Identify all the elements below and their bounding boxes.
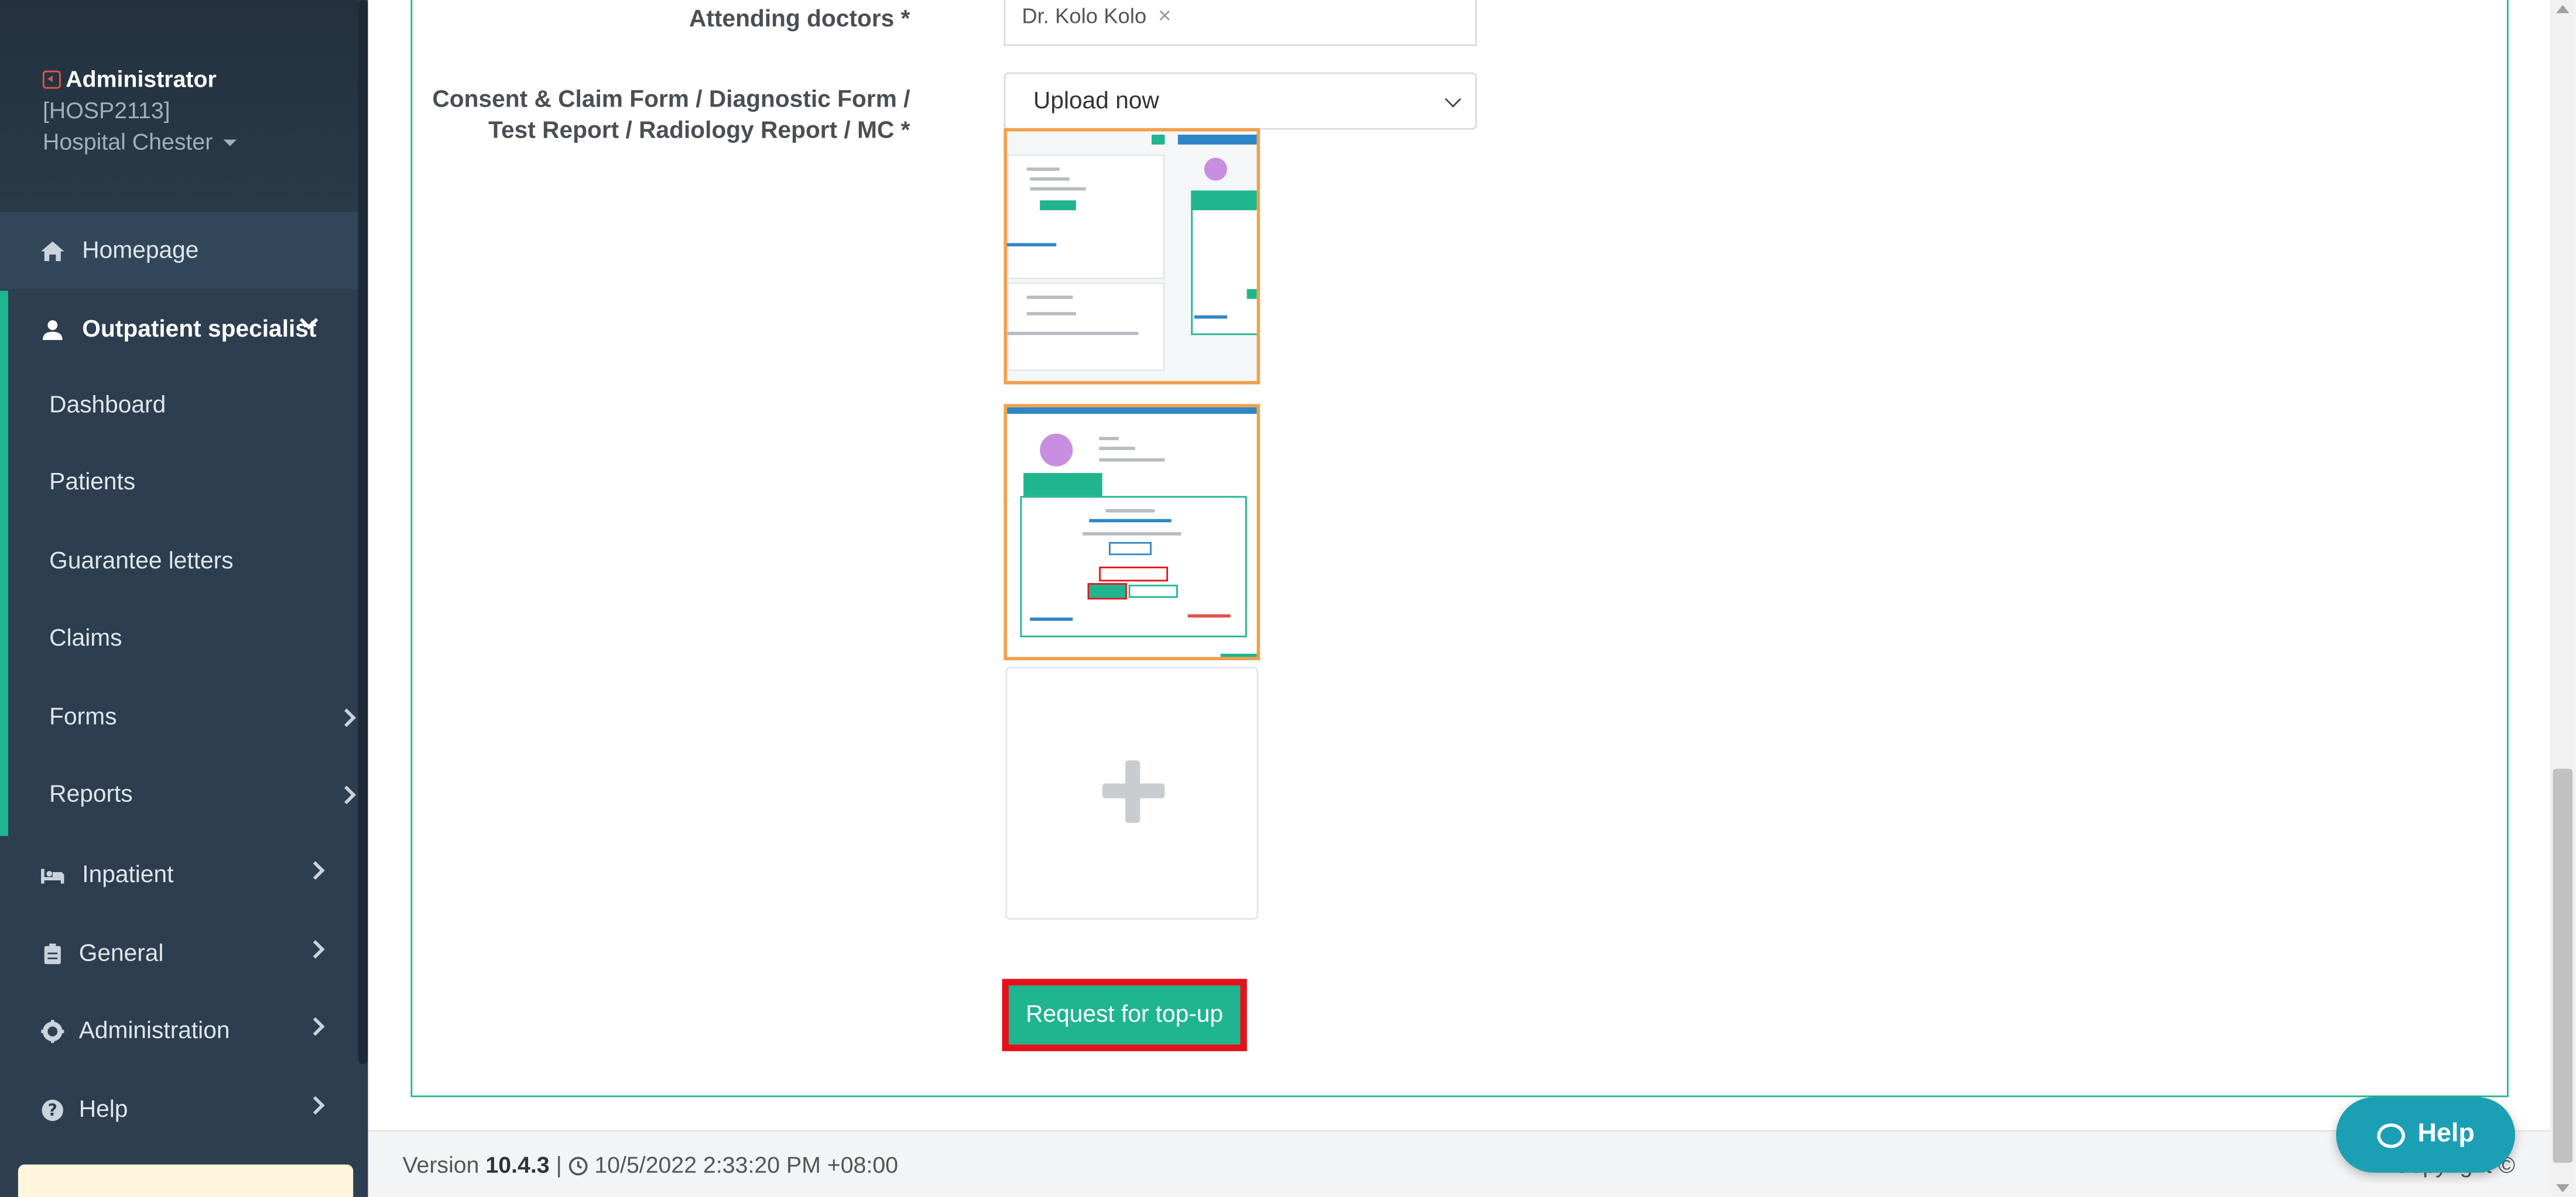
documents-label: Consent & Claim Form / Diagnostic Form /… — [432, 85, 910, 148]
help-chat-label: Help — [2417, 1120, 2475, 1148]
add-attachment-button[interactable] — [1005, 667, 1259, 920]
attending-doctors-label: Attending doctors * — [689, 6, 910, 33]
caret-down-icon — [222, 140, 236, 147]
sidebar-item-reports[interactable]: Reports — [49, 782, 358, 808]
sidebar-item-guarantee-letters[interactable]: Guarantee letters — [49, 548, 233, 575]
chevron-right-icon — [306, 1017, 325, 1036]
documents-label-line2: Test Report / Radiology Report / MC * — [488, 118, 910, 145]
sidebar-item-inpatient[interactable]: Inpatient — [0, 836, 358, 913]
doctor-icon — [39, 316, 66, 342]
profile-code: [HOSP2113] — [42, 97, 170, 124]
uploaded-thumbnail-2[interactable] — [1003, 404, 1260, 661]
version-number: 10.4.3 — [485, 1151, 550, 1178]
profile-name-text: Administrator — [66, 66, 217, 92]
sidebar-notice-panel — [18, 1164, 354, 1197]
chevron-right-icon — [306, 1096, 325, 1115]
upload-mode-value: Upload now — [1033, 88, 1159, 115]
chevron-right-icon — [337, 786, 356, 804]
svg-text:?: ? — [48, 1100, 57, 1119]
gear-icon — [39, 1017, 66, 1044]
clipboard-icon — [39, 940, 66, 966]
scrollbar-thumb[interactable] — [2553, 769, 2573, 1163]
topup-form-card: Attending doctors * Dr. Kolo Kolo × Cons… — [410, 0, 2509, 1097]
chat-bubble-icon — [2376, 1122, 2405, 1147]
sidebar-item-claims[interactable]: Claims — [49, 626, 122, 652]
request-top-up-button[interactable]: Request for top-up — [1002, 979, 1247, 1051]
hospital-name: Hospital Chester — [42, 128, 213, 155]
logout-icon[interactable] — [42, 70, 61, 88]
sidebar-item-administration[interactable]: Administration — [0, 992, 358, 1069]
tag-remove-icon[interactable]: × — [1158, 2, 1171, 28]
sidebar-item-outpatient[interactable]: Outpatient specialist — [0, 290, 358, 368]
main-content: Attending doctors * Dr. Kolo Kolo × Cons… — [368, 0, 2550, 1197]
sidebar-item-label: Forms — [49, 704, 117, 731]
page-scrollbar[interactable] — [2549, 0, 2576, 1197]
hospital-switcher[interactable]: Hospital Chester — [43, 128, 236, 155]
scroll-down-icon[interactable] — [2556, 1184, 2570, 1193]
doctor-tag-text: Dr. Kolo Kolo — [1022, 2, 1147, 28]
sidebar-item-label: General — [78, 940, 164, 967]
attending-doctors-field[interactable]: Dr. Kolo Kolo × — [1003, 0, 1477, 46]
outpatient-submenu: Dashboard Patients Guarantee letters Cla… — [0, 368, 358, 836]
sidebar-item-forms[interactable]: Forms — [49, 705, 358, 731]
home-icon — [39, 237, 66, 263]
sidebar-item-label: Homepage — [82, 237, 199, 264]
profile-name[interactable]: Administrator — [42, 66, 217, 92]
version-prefix: Version — [402, 1151, 479, 1178]
sidebar-item-label: Inpatient — [82, 861, 174, 888]
chevron-right-icon — [306, 939, 325, 959]
documents-label-line1: Consent & Claim Form / Diagnostic Form / — [432, 87, 910, 114]
footer-separator: | — [556, 1151, 562, 1178]
chevron-right-icon — [306, 861, 325, 880]
app-root: Administrator [HOSP2113] Hospital Cheste… — [0, 0, 2576, 1197]
scroll-up-icon[interactable] — [2556, 5, 2570, 13]
bed-icon — [39, 862, 66, 888]
uploaded-thumbnail-1[interactable] — [1003, 128, 1260, 385]
version-info: Version 10.4.3 | 10/5/2022 2:33:20 PM +0… — [402, 1151, 898, 1181]
sidebar-scrollbar[interactable] — [358, 0, 368, 1065]
sidebar-item-label: Administration — [78, 1017, 230, 1044]
sidebar-item-homepage[interactable]: Homepage — [0, 211, 358, 289]
sidebar-item-label: Reports — [49, 781, 133, 808]
question-circle-icon: ? — [39, 1096, 66, 1123]
sidebar-item-patients[interactable]: Patients — [49, 470, 135, 496]
doctor-tag: Dr. Kolo Kolo × — [1022, 2, 1171, 28]
sidebar-item-help[interactable]: ? Help — [0, 1071, 358, 1148]
upload-mode-select[interactable]: Upload now — [1003, 72, 1477, 130]
profile-panel: Administrator [HOSP2113] Hospital Cheste… — [0, 0, 358, 212]
chevron-down-icon — [1445, 91, 1461, 108]
sidebar: Administrator [HOSP2113] Hospital Cheste… — [0, 0, 368, 1197]
sidebar-item-dashboard[interactable]: Dashboard — [49, 393, 166, 419]
sidebar-item-label: Outpatient specialist — [82, 316, 317, 343]
sidebar-item-general[interactable]: General — [0, 915, 358, 992]
chevron-right-icon — [337, 708, 356, 728]
sidebar-item-label: Help — [78, 1096, 128, 1123]
help-chat-button[interactable]: Help — [2336, 1097, 2515, 1173]
server-timestamp: 10/5/2022 2:33:20 PM +08:00 — [594, 1151, 899, 1178]
footer: Version 10.4.3 | 10/5/2022 2:33:20 PM +0… — [368, 1130, 2550, 1197]
clock-icon — [568, 1155, 588, 1181]
